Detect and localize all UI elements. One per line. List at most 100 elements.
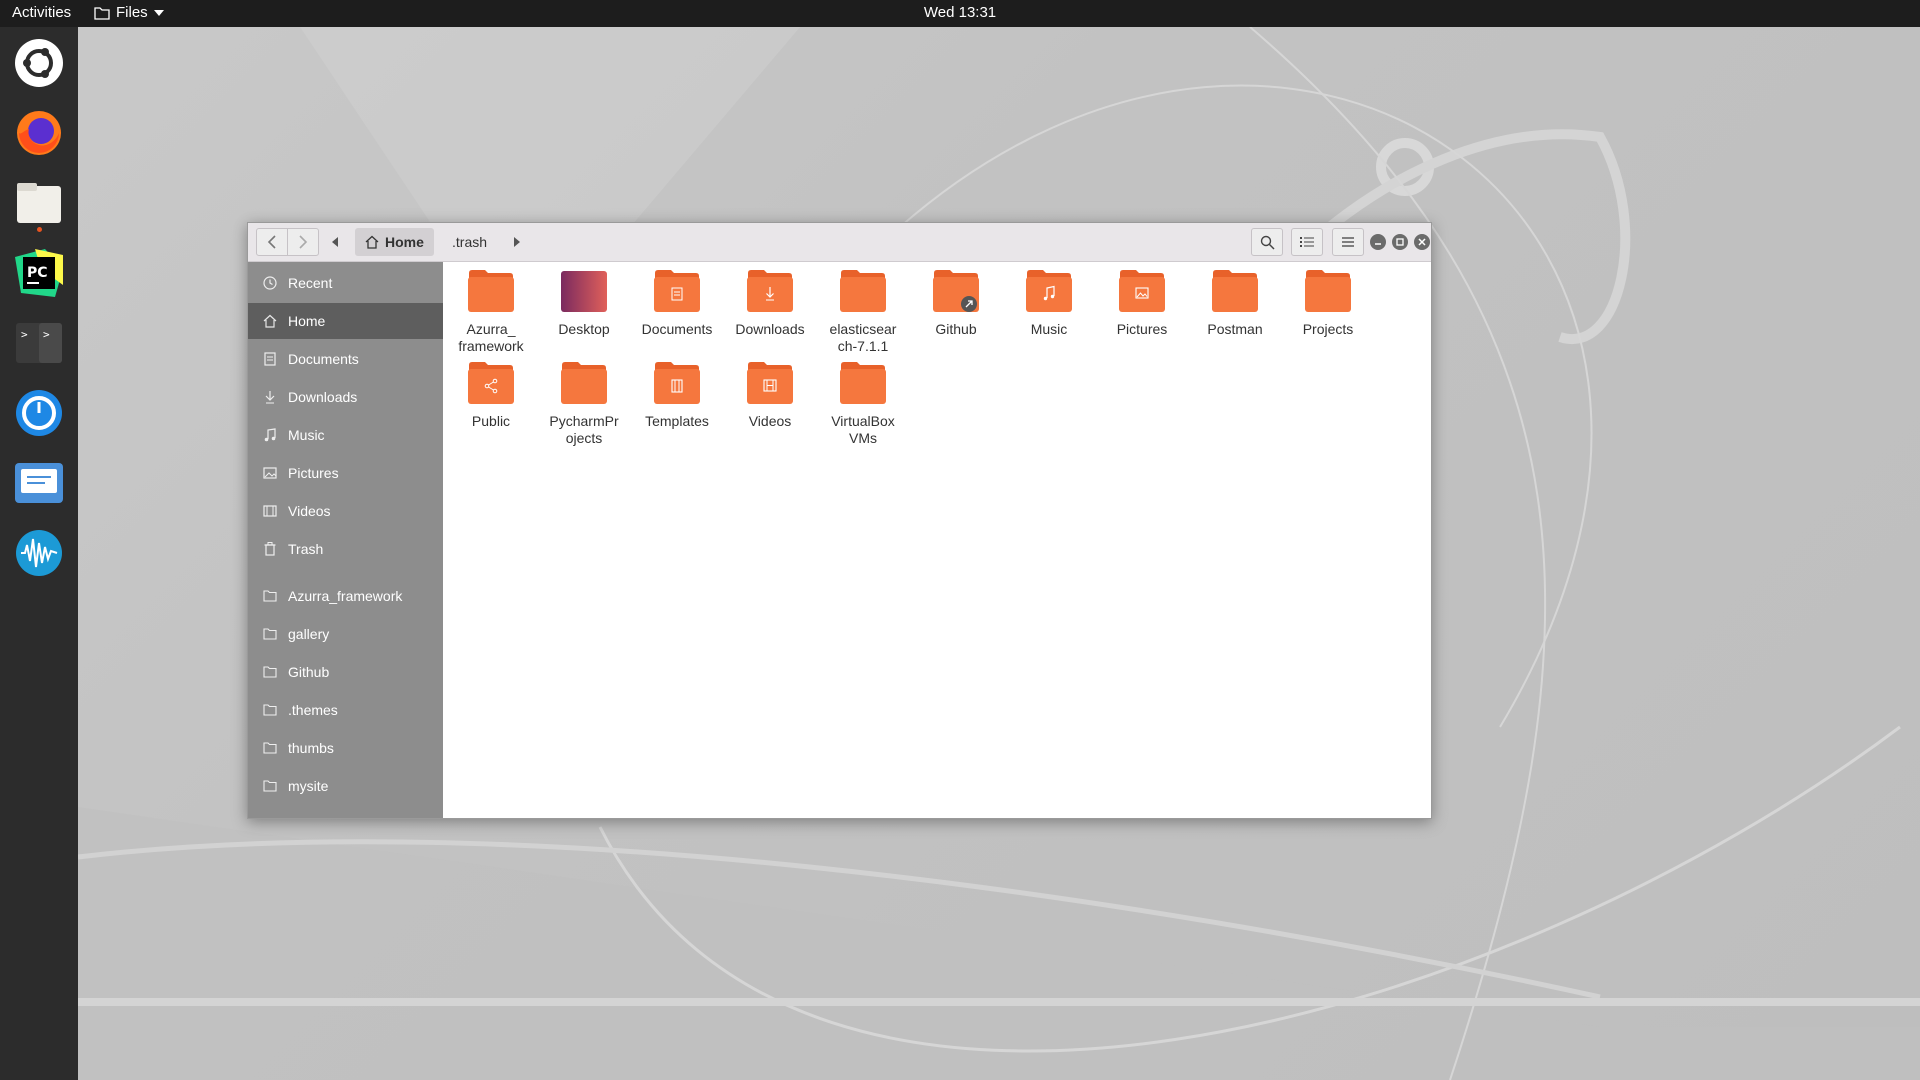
top-bar: Activities Files Wed 13:31 <box>0 0 1920 27</box>
app-menu[interactable]: Files <box>94 4 164 21</box>
audio-icon[interactable] <box>13 527 65 579</box>
music-folder-icon <box>1026 270 1072 312</box>
files-icon[interactable] <box>13 177 65 229</box>
sidebar-item-label: mysite <box>288 778 329 794</box>
folder-icon <box>840 270 886 312</box>
menu-button[interactable] <box>1332 228 1364 256</box>
breadcrumb-scroll-right[interactable] <box>507 229 527 255</box>
folder-item[interactable]: Github <box>911 269 1001 338</box>
folder-icon <box>262 702 278 718</box>
breadcrumb-home[interactable]: Home <box>355 228 434 256</box>
mail-icon[interactable] <box>13 457 65 509</box>
folder-item[interactable]: Documents <box>632 269 722 338</box>
home-icon <box>365 235 379 249</box>
folder-item[interactable]: elasticsear ch-7.1.1 <box>818 269 908 355</box>
running-indicator <box>37 227 42 232</box>
forward-button[interactable] <box>287 228 319 256</box>
svg-text:PC: PC <box>27 265 48 281</box>
sidebar-bookmark-mysite[interactable]: mysite <box>248 768 443 804</box>
timer-icon[interactable] <box>13 387 65 439</box>
minimize-icon <box>1375 243 1381 245</box>
folder-item[interactable]: Downloads <box>725 269 815 338</box>
folder-item[interactable]: Desktop <box>539 269 629 338</box>
folder-label: Pictures <box>1116 321 1168 337</box>
sidebar-bookmark-themes[interactable]: .themes <box>248 692 443 728</box>
breadcrumb-scroll-left[interactable] <box>325 229 345 255</box>
folder-item[interactable]: Public <box>446 361 536 430</box>
pycharm-icon[interactable]: PC <box>13 247 65 299</box>
sidebar-item-pictures[interactable]: Pictures <box>248 455 443 491</box>
folder-icon <box>468 270 514 312</box>
folder-icon <box>840 362 886 404</box>
svg-text:>: > <box>21 328 28 341</box>
desktop-folder-icon <box>561 271 607 312</box>
chevron-down-icon <box>153 9 164 16</box>
sidebar-item-label: Home <box>288 313 326 329</box>
folder-label: Desktop <box>558 321 610 337</box>
sidebar-bookmark-gallery[interactable]: gallery <box>248 616 443 652</box>
sidebar-item-documents[interactable]: Documents <box>248 341 443 377</box>
hamburger-icon <box>1342 237 1354 247</box>
sidebar-item-label: .themes <box>288 702 338 718</box>
folder-label: Music <box>1030 321 1068 337</box>
folder-icon <box>262 626 278 642</box>
minimize-button[interactable] <box>1370 234 1386 250</box>
folder-item[interactable]: VirtualBox VMs <box>818 361 908 447</box>
sidebar-item-music[interactable]: Music <box>248 417 443 453</box>
firefox-icon[interactable] <box>13 107 65 159</box>
sidebar-item-videos[interactable]: Videos <box>248 493 443 529</box>
breadcrumb-current[interactable]: .trash <box>442 228 497 256</box>
sidebar-item-downloads[interactable]: Downloads <box>248 379 443 415</box>
folder-label: elasticsear ch-7.1.1 <box>829 321 897 354</box>
folder-label: VirtualBox VMs <box>831 413 895 446</box>
folder-item[interactable]: Azurra_ framework <box>446 269 536 355</box>
sidebar-item-label: Documents <box>288 351 359 367</box>
folder-item[interactable]: Music <box>1004 269 1094 338</box>
activities-button[interactable]: Activities <box>12 4 71 21</box>
search-button[interactable] <box>1251 228 1283 256</box>
files-window: Home .trash Recent Home Documents Downlo… <box>247 222 1432 819</box>
folder-label: Public <box>471 413 511 429</box>
sidebar-bookmark-thumbs[interactable]: thumbs <box>248 730 443 766</box>
folder-label: Templates <box>645 413 709 429</box>
clock[interactable]: Wed 13:31 <box>924 4 996 21</box>
back-button[interactable] <box>256 228 288 256</box>
video-folder-icon <box>747 362 793 404</box>
trash-icon <box>262 541 278 557</box>
folder-icon <box>1305 270 1351 312</box>
document-icon <box>262 351 278 367</box>
folder-label: Videos <box>748 413 792 429</box>
folder-icon <box>94 6 110 20</box>
sidebar-bookmark-azurra-framework[interactable]: Azurra_framework <box>248 578 443 614</box>
folder-item[interactable]: Videos <box>725 361 815 430</box>
folder-icon <box>262 778 278 794</box>
terminal-icon[interactable]: > > <box>13 317 65 369</box>
template-folder-icon <box>654 362 700 404</box>
share-folder-icon <box>468 362 514 404</box>
sidebar-item-label: gallery <box>288 626 330 642</box>
sidebar-item-home[interactable]: Home <box>248 303 443 339</box>
home-icon <box>262 313 278 329</box>
sidebar-item-label: Videos <box>288 503 331 519</box>
maximize-button[interactable] <box>1392 234 1408 250</box>
sidebar-bookmark-github[interactable]: Github <box>248 654 443 690</box>
folder-item[interactable]: PycharmPr ojects <box>539 361 629 447</box>
sidebar-item-label: Music <box>288 427 325 443</box>
folder-item[interactable]: Projects <box>1283 269 1373 338</box>
folder-item[interactable]: Pictures <box>1097 269 1187 338</box>
sidebar: Recent Home Documents Downloads Music Pi… <box>248 262 443 818</box>
folder-item[interactable]: Templates <box>632 361 722 430</box>
download-folder-icon <box>747 270 793 312</box>
folder-label: Azurra_ framework <box>458 321 524 354</box>
folder-label: Github <box>935 321 977 337</box>
folder-icon <box>262 588 278 604</box>
sidebar-item-trash[interactable]: Trash <box>248 531 443 567</box>
folder-icon <box>262 740 278 756</box>
dock: PC > > <box>0 27 78 1080</box>
ubuntu-logo-icon[interactable] <box>13 37 65 89</box>
file-grid[interactable]: Azurra_ framework Desktop Documents Downloa… <box>443 262 1431 818</box>
folder-item[interactable]: Postman <box>1190 269 1280 338</box>
close-button[interactable] <box>1414 234 1430 250</box>
sidebar-item-recent[interactable]: Recent <box>248 265 443 301</box>
view-toggle-button[interactable] <box>1291 228 1323 256</box>
